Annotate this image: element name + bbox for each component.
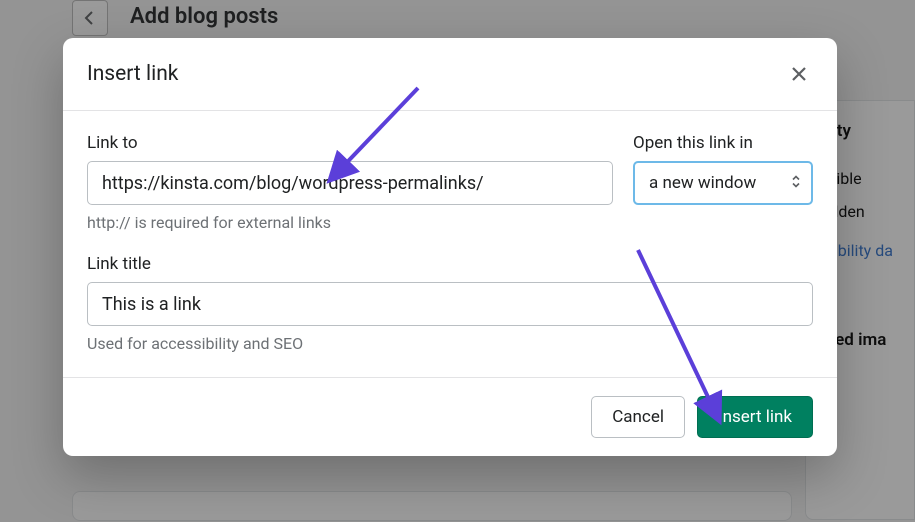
modal-body: Link to http:// is required for external… — [63, 111, 837, 377]
link-to-input[interactable] — [87, 161, 613, 205]
modal-header: Insert link — [63, 38, 837, 111]
open-in-select[interactable]: a new window — [633, 161, 813, 205]
cancel-button[interactable]: Cancel — [591, 396, 685, 438]
link-title-hint: Used for accessibility and SEO — [87, 334, 813, 353]
modal-title: Insert link — [87, 62, 178, 86]
link-title-input[interactable] — [87, 282, 813, 326]
insert-link-modal: Insert link Link to http:// is required … — [63, 38, 837, 456]
open-in-label: Open this link in — [633, 133, 813, 153]
insert-link-button[interactable]: Insert link — [697, 396, 813, 438]
link-to-label: Link to — [87, 133, 613, 153]
modal-footer: Cancel Insert link — [63, 377, 837, 456]
close-icon — [789, 64, 809, 84]
close-button[interactable] — [785, 60, 813, 88]
link-to-hint: http:// is required for external links — [87, 213, 613, 232]
link-title-label: Link title — [87, 254, 813, 274]
